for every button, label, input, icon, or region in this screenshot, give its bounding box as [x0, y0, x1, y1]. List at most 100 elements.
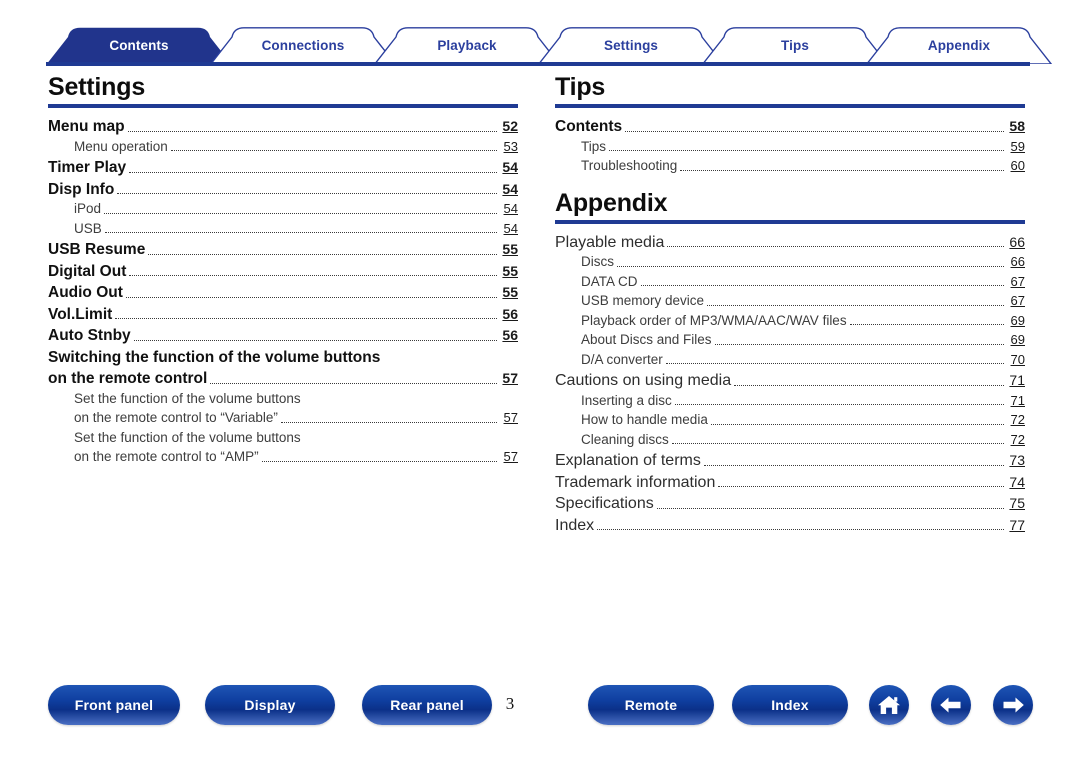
toc-entry[interactable]: Contents 58 — [555, 115, 1025, 137]
toc-page-number[interactable]: 66 — [1007, 252, 1025, 272]
toc-entry[interactable]: on the remote control to “AMP” 57 — [48, 447, 518, 467]
toc-page-number[interactable]: 56 — [500, 305, 518, 325]
tab-settings[interactable]: Settings — [538, 27, 724, 64]
toc-entry[interactable]: Disp Info 54 — [48, 178, 518, 200]
arrow-left-icon — [940, 697, 961, 713]
toc-leader-dots — [718, 476, 1004, 490]
toc-page-number[interactable]: 73 — [1007, 451, 1025, 471]
toc-page-number[interactable]: 72 — [1007, 410, 1025, 430]
tab-playback[interactable]: Playback — [374, 27, 560, 64]
toc-entry[interactable]: on the remote control 57 — [48, 367, 518, 389]
toc-page-number[interactable]: 71 — [1007, 371, 1025, 391]
toc-page-number[interactable]: 54 — [500, 199, 518, 219]
toc-entry-label: Disp Info — [48, 180, 115, 198]
tips-title-rule — [555, 104, 1025, 108]
toc-page-number[interactable]: 74 — [1007, 473, 1025, 493]
tab-appendix[interactable]: Appendix — [866, 27, 1052, 64]
toc-page-number[interactable]: 57 — [500, 408, 518, 428]
toc-entry[interactable]: D/A converter 70 — [555, 350, 1025, 370]
toc-entry[interactable]: Discs 66 — [555, 252, 1025, 272]
toc-page-number[interactable]: 53 — [500, 137, 518, 157]
toc-page-number[interactable]: 60 — [1007, 156, 1025, 176]
toc-entry[interactable]: Digital Out 55 — [48, 260, 518, 282]
toc-page-number[interactable]: 71 — [1007, 391, 1025, 411]
toc-page-number[interactable]: 54 — [500, 219, 518, 239]
toc-entry[interactable]: Playable media 66 — [555, 231, 1025, 253]
toc-leader-dots — [597, 519, 1004, 533]
toc-page-number[interactable]: 67 — [1007, 272, 1025, 292]
toc-page-number[interactable]: 77 — [1007, 516, 1025, 536]
toc-page-number[interactable]: 52 — [500, 117, 518, 137]
toc-leader-dots — [640, 275, 1004, 289]
toc-leader-dots — [734, 375, 1004, 389]
toc-page-number[interactable]: 69 — [1007, 311, 1025, 331]
toc-entry[interactable]: Menu map 52 — [48, 115, 518, 137]
footer-button-index[interactable]: Index — [732, 685, 848, 725]
footer-button-display[interactable]: Display — [205, 685, 335, 725]
toc-entry[interactable]: Index 77 — [555, 514, 1025, 536]
toc-entry-label: Vol.Limit — [48, 305, 113, 323]
footer-button-remote[interactable]: Remote — [588, 685, 714, 725]
toc-entry[interactable]: Explanation of terms 73 — [555, 449, 1025, 471]
toc-page-number[interactable]: 70 — [1007, 350, 1025, 370]
toc-entry[interactable]: Inserting a disc 71 — [555, 391, 1025, 411]
footer-button-rear-panel[interactable]: Rear panel — [362, 685, 492, 725]
toc-entry[interactable]: iPod 54 — [48, 199, 518, 219]
toc-entry[interactable]: USB 54 — [48, 219, 518, 239]
toc-page-number[interactable]: 57 — [500, 369, 518, 389]
toc-leader-dots — [680, 160, 1004, 174]
toc-page-number[interactable]: 72 — [1007, 430, 1025, 450]
toc-entry[interactable]: on the remote control to “Variable” 57 — [48, 408, 518, 428]
toc-leader-dots — [129, 265, 497, 279]
toc-entry-label: on the remote control — [48, 370, 208, 387]
toc-entry[interactable]: Audio Out 55 — [48, 281, 518, 303]
toc-entry[interactable]: Troubleshooting 60 — [555, 156, 1025, 176]
toc-page-number[interactable]: 58 — [1007, 117, 1025, 137]
toc-entry[interactable]: Menu operation 53 — [48, 137, 518, 157]
toc-page-number[interactable]: 57 — [500, 447, 518, 467]
toc-entry[interactable]: Auto Stnby 56 — [48, 324, 518, 346]
toc-entry-label: Inserting a disc — [581, 392, 672, 408]
toc-entry[interactable]: Cautions on using media 71 — [555, 369, 1025, 391]
toc-page-number[interactable]: 75 — [1007, 494, 1025, 514]
toc-entry[interactable]: Vol.Limit 56 — [48, 303, 518, 325]
toc-page-number[interactable]: 55 — [500, 240, 518, 260]
toc-entry-label: on the remote control to “AMP” — [74, 449, 259, 464]
toc-page-number[interactable]: 55 — [500, 262, 518, 282]
toc-leader-dots — [656, 498, 1004, 512]
toc-entry[interactable]: About Discs and Files 69 — [555, 330, 1025, 350]
toc-entry[interactable]: USB memory device 67 — [555, 291, 1025, 311]
toc-page-number[interactable]: 54 — [500, 158, 518, 178]
toc-entry[interactable]: DATA CD 67 — [555, 272, 1025, 292]
footer-home-icon-button[interactable] — [869, 685, 909, 725]
toc-leader-dots — [849, 314, 1004, 328]
toc-page-number[interactable]: 55 — [500, 283, 518, 303]
toc-entry[interactable]: Timer Play 54 — [48, 156, 518, 178]
toc-entry-label: Auto Stnby — [48, 327, 131, 344]
toc-entry[interactable]: Playback order of MP3/WMA/AAC/WAV files 6… — [555, 311, 1025, 331]
page-title-settings: Settings — [48, 73, 146, 101]
footer-button-front-panel[interactable]: Front panel — [48, 685, 180, 725]
toc-page-number[interactable]: 69 — [1007, 330, 1025, 350]
tab-contents[interactable]: Contents — [46, 27, 232, 64]
toc-entry[interactable]: USB Resume 55 — [48, 238, 518, 260]
toc-entry[interactable]: Switching the function of the volume but… — [48, 346, 518, 368]
tab-label: Connections — [261, 38, 345, 53]
toc-entry[interactable]: Set the function of the volume buttons — [48, 428, 518, 448]
toc-page-number[interactable]: 59 — [1007, 137, 1025, 157]
toc-entry[interactable]: Specifications 75 — [555, 492, 1025, 514]
toc-page-number[interactable]: 67 — [1007, 291, 1025, 311]
footer-arrow-right-icon-button[interactable] — [993, 685, 1033, 725]
toc-entry[interactable]: Trademark information 74 — [555, 471, 1025, 493]
toc-entry[interactable]: Cleaning discs 72 — [555, 430, 1025, 450]
toc-page-number[interactable]: 54 — [500, 180, 518, 200]
page-title-appendix: Appendix — [555, 188, 668, 217]
tab-tips[interactable]: Tips — [702, 27, 888, 64]
toc-page-number[interactable]: 66 — [1007, 233, 1025, 253]
footer-arrow-left-icon-button[interactable] — [931, 685, 971, 725]
toc-entry[interactable]: How to handle media 72 — [555, 410, 1025, 430]
toc-entry[interactable]: Tips 59 — [555, 137, 1025, 157]
toc-page-number[interactable]: 56 — [500, 326, 518, 346]
tab-connections[interactable]: Connections — [210, 27, 396, 64]
toc-entry[interactable]: Set the function of the volume buttons — [48, 389, 518, 409]
